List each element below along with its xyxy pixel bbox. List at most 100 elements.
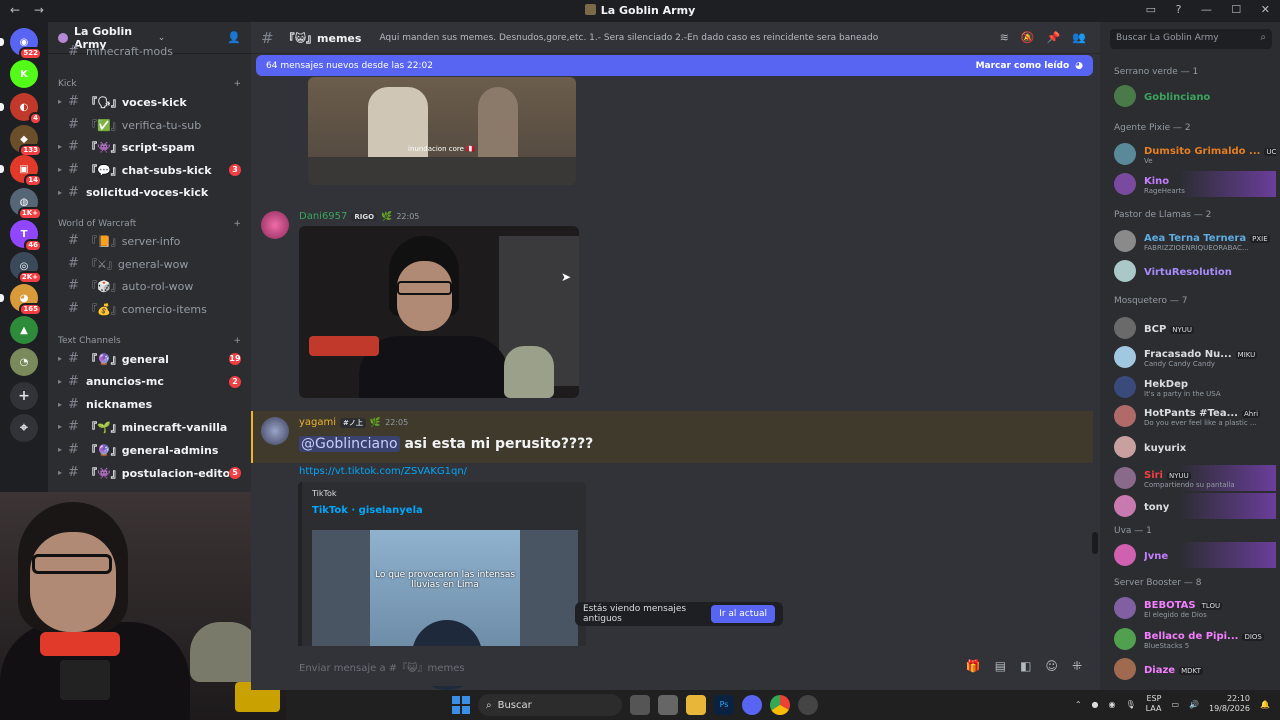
server-icon[interactable]: ◕ 165: [10, 284, 42, 316]
clock[interactable]: 22:10 19/8/2026: [1209, 694, 1250, 714]
file-explorer-icon[interactable]: [686, 695, 706, 715]
channel-item[interactable]: # 『⚔』general-wow: [48, 253, 251, 274]
pin-icon[interactable]: 📌: [1047, 31, 1061, 44]
threads-icon[interactable]: ≋: [1000, 31, 1009, 44]
app-icon[interactable]: [798, 695, 818, 715]
channel-item[interactable]: ▸ # solicitud-voces-kick: [48, 182, 251, 203]
member-item[interactable]: HekDep It's a party in the USA: [1114, 374, 1276, 400]
channel-item[interactable]: ▸ # 『👾』script-spam: [48, 136, 251, 157]
message-input[interactable]: Enviar mensaje a #『😺』memes: [299, 659, 966, 674]
chrome-icon[interactable]: [770, 695, 790, 715]
author-name[interactable]: Dani6957: [299, 211, 347, 222]
server-icon[interactable]: ◐ 4: [10, 93, 42, 125]
sticker-icon[interactable]: ◧: [1020, 659, 1031, 673]
message-composer[interactable]: Enviar mensaje a #『😺』memes 🎁 ▤ ◧ ☺ ⁜: [251, 646, 1100, 686]
windows-start-icon[interactable]: [452, 696, 470, 714]
member-item[interactable]: Jvne: [1114, 542, 1276, 568]
server-icon[interactable]: K: [10, 60, 38, 88]
inbox-icon[interactable]: ▭: [1146, 3, 1156, 16]
member-item[interactable]: Diaze MDKT: [1114, 656, 1276, 682]
help-icon[interactable]: ?: [1176, 3, 1182, 16]
add-channel-icon[interactable]: +: [233, 336, 241, 346]
server-icon[interactable]: ◍ 1K+: [10, 188, 42, 220]
avatar[interactable]: [261, 417, 289, 445]
taskbar-search[interactable]: ⌕ Buscar: [478, 694, 622, 716]
server-icon[interactable]: +: [10, 382, 38, 410]
member-item[interactable]: Fracasado Nu... MIKU Candy Candy Candy: [1114, 344, 1276, 370]
embed-title[interactable]: TikTok · giselanyela: [312, 505, 423, 516]
maximize-button[interactable]: ☐: [1231, 3, 1241, 16]
member-item[interactable]: kuyurix: [1114, 434, 1276, 460]
member-item[interactable]: Siri NYUU Compartiendo su pantalla: [1114, 465, 1276, 491]
server-icon[interactable]: ◉ 522: [10, 28, 42, 60]
channel-topic[interactable]: Aqui manden sus memes. Desnudos,gore,etc…: [379, 33, 999, 43]
tray-app-icon[interactable]: ●: [1092, 700, 1099, 709]
server-icon[interactable]: ◆ 133: [10, 125, 42, 157]
mic-icon[interactable]: 🎙: [1126, 700, 1136, 709]
member-item[interactable]: VirtuResolution: [1114, 258, 1276, 284]
channel-item[interactable]: # 『💰』comercio-items: [48, 298, 251, 319]
emoji-icon[interactable]: ☺: [1045, 659, 1058, 673]
gif-icon[interactable]: ▤: [995, 659, 1006, 673]
server-icon[interactable]: ▲: [10, 316, 38, 344]
member-item[interactable]: Bellaco de Pipi... DIOS BlueStacks 5: [1114, 626, 1276, 652]
member-item[interactable]: BCP NYUU: [1114, 315, 1276, 341]
task-view-icon[interactable]: [630, 695, 650, 715]
members-icon[interactable]: 👥: [1072, 31, 1086, 44]
channel-item[interactable]: # 『🎲』auto-rol-wow: [48, 275, 251, 296]
close-button[interactable]: ✕: [1261, 3, 1270, 16]
server-icon[interactable]: ⌖: [10, 414, 38, 442]
avatar[interactable]: [261, 211, 289, 239]
mark-read-icon[interactable]: ◕: [1075, 61, 1083, 71]
jump-to-present-button[interactable]: Ir al actual: [711, 605, 775, 623]
network-icon[interactable]: ▭: [1171, 700, 1179, 709]
notifications-icon[interactable]: 🔔: [1260, 700, 1270, 709]
member-item[interactable]: Goblinciano: [1114, 83, 1276, 109]
photoshop-icon[interactable]: Ps: [714, 695, 734, 715]
server-icon[interactable]: ◔: [10, 348, 38, 376]
add-channel-icon[interactable]: +: [233, 79, 241, 89]
gift-icon[interactable]: 🎁: [966, 659, 981, 673]
mark-as-read-button[interactable]: Marcar como leído: [976, 61, 1070, 71]
member-item[interactable]: Aea Terna Ternera PXIE FABRIZZIOENRIQUEORA…: [1114, 228, 1276, 254]
chevron-up-icon[interactable]: ⌃: [1075, 700, 1082, 709]
volume-icon[interactable]: 🔊: [1189, 700, 1199, 709]
input-language[interactable]: ESP LAA: [1146, 694, 1162, 714]
new-messages-banner[interactable]: 64 mensajes nuevos desde las 22:02 Marca…: [256, 55, 1093, 76]
mute-bell-icon[interactable]: 🔕: [1021, 31, 1035, 44]
attached-image[interactable]: [299, 226, 579, 398]
user-mention[interactable]: @Goblinciano: [299, 436, 400, 452]
channel-item[interactable]: ▸ # anuncios-mc 2: [48, 371, 251, 392]
server-icon[interactable]: ◎ 2K+: [10, 252, 42, 284]
server-icon[interactable]: ▣ 14: [10, 155, 42, 187]
add-member-icon[interactable]: 👤: [227, 31, 241, 44]
attached-image[interactable]: inundacion core 🇵🇪: [308, 77, 576, 185]
chevron-down-icon[interactable]: ⌄: [158, 33, 166, 43]
channel-item[interactable]: ▸ # 『🔮』general 19: [48, 348, 251, 369]
channel-item[interactable]: ▸ # 『🔮』general-admins: [48, 439, 251, 460]
tray-app-icon[interactable]: ◉: [1109, 700, 1116, 709]
discord-icon[interactable]: [742, 695, 762, 715]
channel-item[interactable]: ▸ # 『💬』chat-subs-kick 3: [48, 159, 251, 180]
category-text-channels[interactable]: Text Channels +: [58, 336, 241, 346]
author-name[interactable]: yagami: [299, 417, 336, 428]
channel-item[interactable]: # 『📙』server-info: [48, 230, 251, 251]
channel-item[interactable]: ▸ # 『👾』postulacion-editores5: [48, 462, 251, 483]
message-link[interactable]: https://vt.tiktok.com/ZSVAKG1qn/: [299, 466, 467, 477]
scrollbar[interactable]: [1092, 532, 1098, 554]
channel-item[interactable]: ▸ # 『🌱』minecraft-vanilla: [48, 416, 251, 437]
channel-item[interactable]: ▸ # 『🗣』voces-kick: [48, 91, 251, 112]
phone-link-icon[interactable]: [658, 695, 678, 715]
minimize-button[interactable]: —: [1201, 3, 1212, 16]
server-icon[interactable]: T 46: [10, 220, 42, 252]
member-item[interactable]: Kino RageHearts: [1114, 171, 1276, 197]
channel-item[interactable]: ▸ # nicknames: [48, 394, 251, 415]
add-channel-icon[interactable]: +: [233, 219, 241, 229]
category-kick[interactable]: Kick +: [58, 79, 241, 89]
apps-icon[interactable]: ⁜: [1072, 659, 1082, 673]
channel-partial[interactable]: # minecraft-mods: [48, 44, 251, 58]
member-item[interactable]: Dumsito Grimaldo ... UC Ve: [1114, 141, 1276, 167]
channel-item[interactable]: # 『✅』verifica-tu-sub: [48, 114, 251, 135]
search-input[interactable]: Buscar La Goblin Army ⌕: [1110, 29, 1272, 49]
category-wow[interactable]: World of Warcraft +: [58, 219, 241, 229]
